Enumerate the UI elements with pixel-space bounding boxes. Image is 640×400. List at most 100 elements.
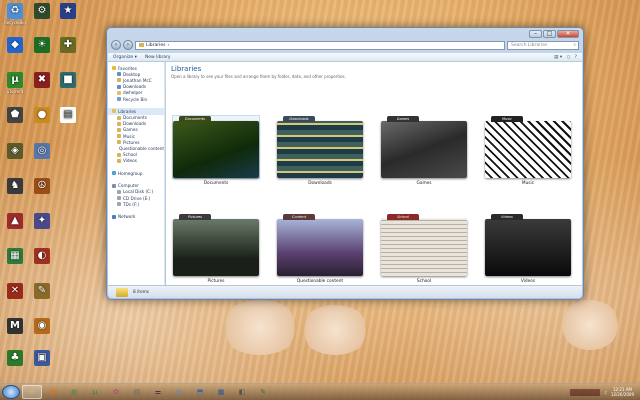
desktop-app-icon: ✦ — [34, 213, 50, 229]
library-folder[interactable]: School School — [379, 214, 469, 284]
app8-taskbar-button[interactable]: ◎ — [169, 385, 189, 399]
folder-art — [485, 219, 571, 276]
desktop-icon[interactable]: M — [2, 318, 28, 335]
speaker-icon[interactable]: ♪ — [604, 390, 607, 395]
library-folder[interactable]: Downloads Downloads — [275, 116, 365, 186]
desktop-icon[interactable]: ✖ — [29, 72, 55, 89]
desktop-icon[interactable]: ▤ — [55, 107, 81, 124]
folder-art — [485, 121, 571, 178]
desktop-icon[interactable]: ✦ — [29, 213, 55, 230]
start-button[interactable] — [2, 385, 20, 399]
desktop-icon[interactable]: ⚙ — [29, 3, 55, 20]
new-library-button[interactable]: New library — [145, 55, 171, 60]
library-folder[interactable]: Games Games — [379, 116, 469, 186]
app5-taskbar-button[interactable]: ✿ — [106, 385, 126, 399]
item-count: 8 items — [133, 289, 150, 295]
explorer-taskbar-button[interactable]: ▭ — [22, 385, 42, 399]
desktop-icon[interactable]: ◉ — [29, 318, 55, 335]
explorer-window[interactable]: – □ ✕ ‹ › Libraries › Search Libraries ⌕… — [106, 27, 584, 300]
view-options-icon[interactable]: ▤ ▾ — [554, 55, 562, 60]
folder-icon — [117, 196, 121, 201]
library-folder[interactable]: Music Music — [483, 116, 573, 186]
nav-item-label: Local Disk (C:) — [123, 189, 154, 195]
desktop-icon[interactable]: ⬟ — [2, 107, 28, 124]
desktop-icon[interactable]: ▲ — [2, 213, 28, 230]
folder-tab-label: Content — [283, 214, 315, 220]
chrome-taskbar-button[interactable]: ◍ — [64, 385, 84, 399]
utorrent-icon: µ — [92, 388, 98, 396]
utorrent-taskbar-button[interactable]: µ — [85, 385, 105, 399]
command-bar: Organize ▾ New library ▤ ▾ ▯ ? — [108, 53, 582, 62]
desktop-icon[interactable]: ♻ RecycleBin — [2, 3, 28, 25]
organize-button[interactable]: Organize ▾ — [113, 55, 137, 60]
folder-thumbnail: Pictures — [173, 214, 259, 276]
app10-taskbar-button[interactable]: ▦ — [211, 385, 231, 399]
desktop-icon[interactable]: ✎ — [29, 283, 55, 300]
desktop-icon[interactable]: ☮ — [29, 178, 55, 195]
folder-tab-label: Documents — [179, 116, 211, 122]
desktop-app-icon: ◎ — [34, 143, 50, 159]
desktop-icon[interactable]: ● — [29, 107, 55, 124]
desktop-icon-label: uTorrent — [6, 89, 24, 94]
desktop-icon[interactable]: ✕ — [2, 283, 28, 300]
desktop-app-icon: ◈ — [7, 143, 23, 159]
library-folder[interactable]: Documents Documents — [171, 115, 261, 186]
search-box[interactable]: Search Libraries ⌕ — [507, 40, 579, 50]
close-button[interactable]: ✕ — [557, 30, 579, 38]
desktop-icon[interactable]: ■ — [55, 72, 81, 89]
navigation-pane: Favorites Desktop Jonathan McC Downloads dwh… — [108, 62, 165, 285]
app6-icon: ▤ — [133, 388, 141, 396]
tray-app-icon[interactable] — [570, 388, 601, 396]
help-icon[interactable]: ? — [575, 55, 577, 60]
back-button[interactable]: ‹ — [111, 40, 121, 50]
desktop-icon[interactable]: ✚ — [55, 37, 81, 54]
nav-item-label: Videos — [123, 158, 137, 164]
library-folder[interactable]: Content Questionable content — [275, 214, 365, 284]
desktop-icon[interactable]: ☀ — [29, 37, 55, 54]
nav-item-label: Jonathan McC — [123, 77, 152, 83]
folder-icon — [117, 158, 121, 163]
folder-tab-label: Videos — [491, 214, 523, 220]
app11-taskbar-button[interactable]: ◧ — [232, 385, 252, 399]
desktop-app-icon: ✎ — [34, 283, 50, 299]
desktop-app-icon: ☀ — [34, 37, 50, 53]
nav-item-label: Downloads — [123, 84, 146, 90]
address-bar[interactable]: Libraries › — [135, 40, 505, 50]
firefox-taskbar-button[interactable]: ◉ — [43, 385, 63, 399]
desktop-icon-label: RecycleBin — [4, 20, 26, 25]
library-icon — [116, 287, 128, 297]
app7-icon: ⚌ — [154, 388, 162, 396]
desktop-icon[interactable]: ◐ — [29, 248, 55, 265]
folder-label: Documents — [203, 181, 229, 186]
clock[interactable]: 12:21 AM 12/26/2009 — [611, 387, 634, 397]
app7-taskbar-button[interactable]: ⚌ — [148, 385, 168, 399]
desktop-icon[interactable]: µ uTorrent — [2, 72, 28, 94]
preview-pane-icon[interactable]: ▯ — [567, 55, 569, 60]
library-folder[interactable]: Pictures Pictures — [171, 214, 261, 284]
nav-item[interactable]: Network — [108, 214, 164, 220]
folder-icon — [117, 84, 121, 89]
folder-icon — [117, 121, 121, 126]
desktop-icon[interactable]: ♞ — [2, 178, 28, 195]
desktop-icon[interactable]: ▦ — [2, 248, 28, 265]
desktop-app-icon: ▲ — [7, 213, 23, 229]
desktop-app-icon: ♣ — [7, 350, 23, 366]
nav-item-label: TDs (F:) — [123, 201, 140, 207]
app6-taskbar-button[interactable]: ▤ — [127, 385, 147, 399]
library-folder[interactable]: Videos Videos — [483, 214, 573, 284]
app12-taskbar-button[interactable]: ✎ — [253, 385, 273, 399]
maximize-button[interactable]: □ — [543, 30, 556, 38]
desktop-icon[interactable]: ▣ — [29, 350, 55, 367]
minimize-button[interactable]: – — [529, 30, 542, 38]
desktop-icon[interactable]: ◎ — [29, 143, 55, 160]
forward-button[interactable]: › — [123, 40, 133, 50]
desktop-icon[interactable]: ◈ — [2, 143, 28, 160]
folder-tab-label: Pictures — [179, 214, 211, 220]
page-title: Libraries — [171, 65, 202, 73]
app9-taskbar-button[interactable]: ⬒ — [190, 385, 210, 399]
folder-tab-label: Downloads — [283, 116, 315, 122]
desktop-icon[interactable]: ◆ — [2, 37, 28, 54]
desktop-icon[interactable]: ♣ — [2, 350, 28, 367]
desktop-icon[interactable]: ★ — [55, 3, 81, 20]
nav-item-label: Music — [123, 133, 135, 139]
